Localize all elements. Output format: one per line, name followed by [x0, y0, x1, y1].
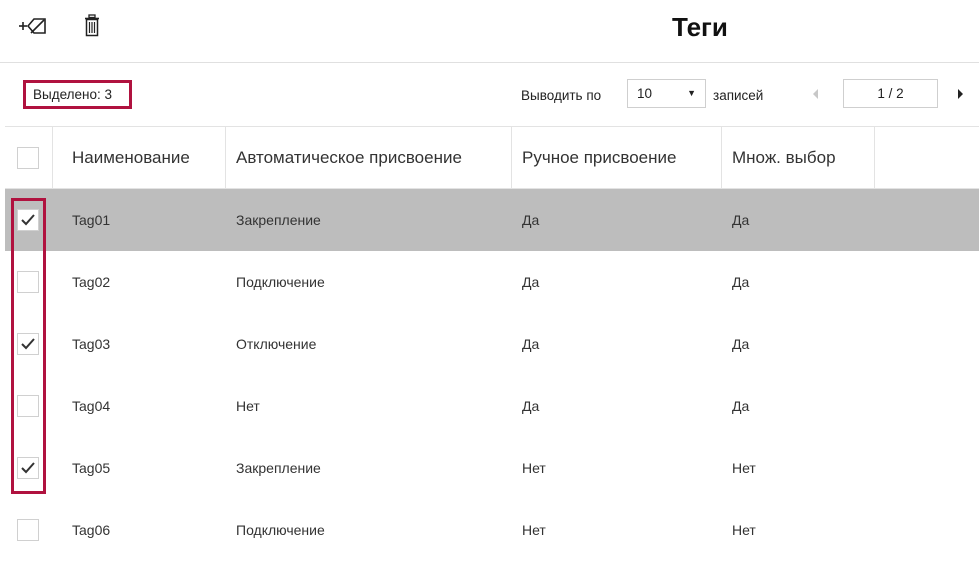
- chevron-left-icon[interactable]: [800, 79, 830, 108]
- cell-manual: Нет: [522, 522, 546, 538]
- column-header-auto[interactable]: Автоматическое присвоение: [226, 127, 512, 188]
- cell-auto: Подключение: [236, 274, 325, 290]
- checkmark-icon: [21, 214, 35, 226]
- add-tag-icon[interactable]: [18, 10, 48, 42]
- cell-multi: Да: [732, 336, 750, 352]
- tags-table: Наименование Автоматическое присвоение Р…: [5, 126, 979, 561]
- cell-manual: Да: [522, 336, 540, 352]
- chevron-right-icon[interactable]: [950, 79, 972, 108]
- table-row[interactable]: Tag05 Закрепление Нет Нет: [5, 437, 979, 499]
- cell-manual: Да: [522, 398, 540, 414]
- row-checkbox[interactable]: [17, 457, 39, 479]
- column-header-name[interactable]: Наименование: [62, 127, 226, 188]
- row-checkbox[interactable]: [17, 519, 39, 541]
- cell-multi: Да: [732, 398, 750, 414]
- cell-auto: Закрепление: [236, 212, 321, 228]
- cell-name: Tag06: [72, 522, 111, 538]
- trash-icon[interactable]: [77, 10, 107, 42]
- row-checkbox[interactable]: [17, 271, 39, 293]
- page-indicator: 1 / 2: [843, 79, 938, 108]
- page-size-label: Выводить по: [521, 88, 602, 103]
- page-size-select[interactable]: 10 ▼: [627, 79, 706, 108]
- cell-multi: Да: [732, 212, 750, 228]
- records-label: записей: [713, 88, 764, 103]
- cell-auto: Подключение: [236, 522, 325, 538]
- column-header-manual[interactable]: Ручное присвоение: [512, 127, 722, 188]
- column-header-multi[interactable]: Множ. выбор: [722, 127, 875, 188]
- cell-manual: Нет: [522, 460, 546, 476]
- select-all-checkbox[interactable]: [17, 147, 39, 169]
- cell-auto: Закрепление: [236, 460, 321, 476]
- cell-name: Tag02: [72, 274, 111, 290]
- table-row[interactable]: Tag02 Подключение Да Да: [5, 251, 979, 313]
- table-row[interactable]: Tag03 Отключение Да Да: [5, 313, 979, 375]
- caret-down-icon: ▼: [687, 88, 696, 98]
- cell-multi: Нет: [732, 522, 756, 538]
- page-title: Теги: [672, 12, 728, 42]
- table-row[interactable]: Tag04 Нет Да Да: [5, 375, 979, 437]
- cell-name: Tag03: [72, 336, 111, 352]
- cell-name: Tag04: [72, 398, 111, 414]
- table-header: Наименование Автоматическое присвоение Р…: [5, 126, 979, 189]
- header-divider: [52, 127, 53, 188]
- cell-auto: Отключение: [236, 336, 317, 352]
- cell-name: Tag05: [72, 460, 111, 476]
- toolbar: Теги: [0, 0, 979, 63]
- checkmark-icon: [21, 462, 35, 474]
- table-row[interactable]: Tag06 Подключение Нет Нет: [5, 499, 979, 561]
- selected-count: Выделено: 3: [23, 80, 132, 109]
- cell-name: Tag01: [72, 212, 111, 228]
- checkmark-icon: [21, 338, 35, 350]
- cell-auto: Нет: [236, 398, 260, 414]
- cell-multi: Да: [732, 274, 750, 290]
- page-size-value: 10: [637, 86, 653, 101]
- table-body: Tag01 Закрепление Да Да Tag02 Подключени…: [5, 189, 979, 561]
- row-checkbox[interactable]: [17, 209, 39, 231]
- table-row[interactable]: Tag01 Закрепление Да Да: [5, 189, 979, 251]
- row-checkbox[interactable]: [17, 395, 39, 417]
- cell-manual: Да: [522, 212, 540, 228]
- cell-manual: Да: [522, 274, 540, 290]
- row-checkbox[interactable]: [17, 333, 39, 355]
- cell-multi: Нет: [732, 460, 756, 476]
